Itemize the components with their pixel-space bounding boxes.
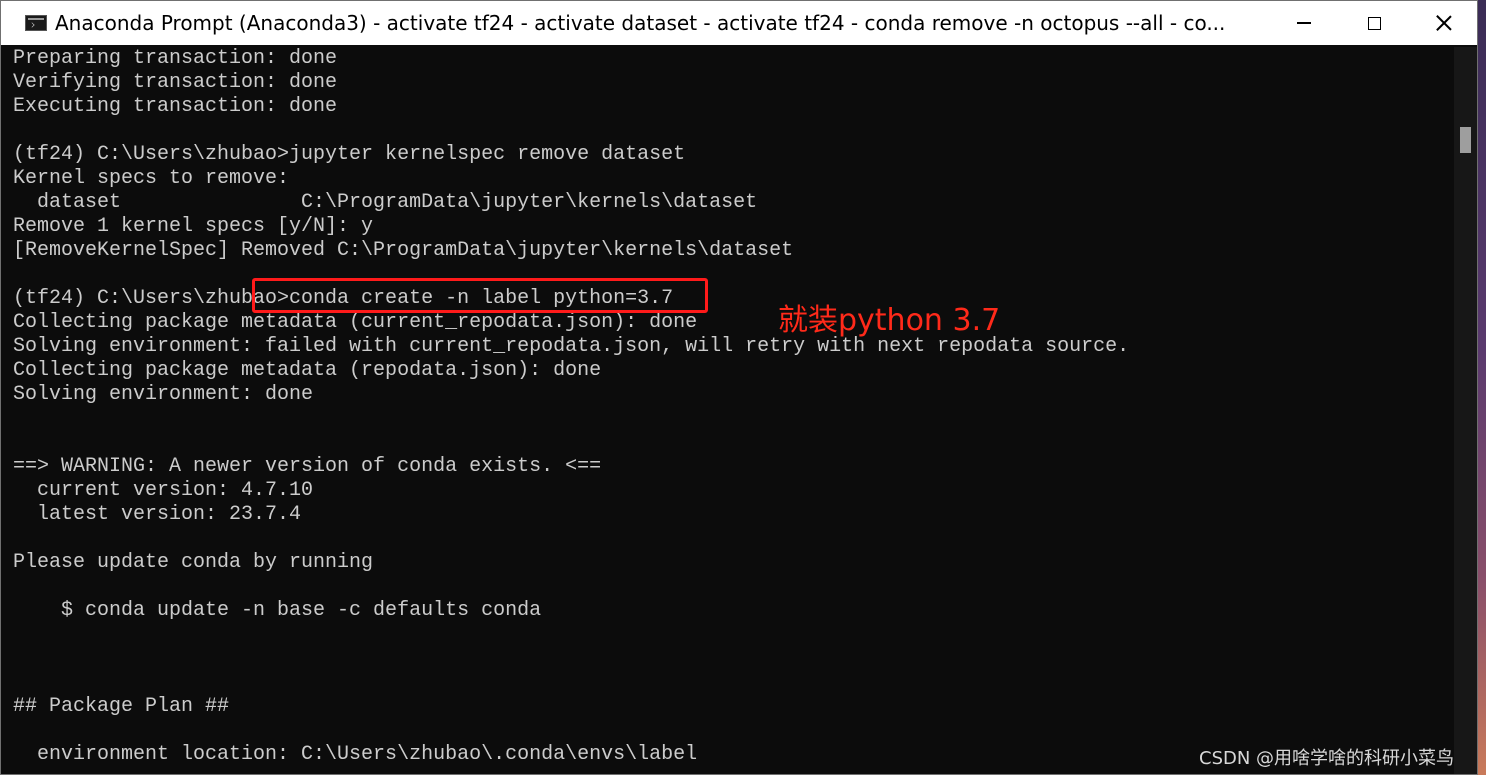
- console-line: (tf24) C:\Users\zhubao>jupyter kernelspe…: [13, 143, 686, 166]
- scrollbar-thumb[interactable]: [1460, 127, 1471, 153]
- close-button[interactable]: [1409, 1, 1477, 45]
- console-line: Preparing transaction: done: [13, 47, 338, 70]
- minimize-button[interactable]: [1269, 1, 1339, 45]
- console-line: Kernel specs to remove:: [13, 167, 290, 190]
- console-output[interactable]: Preparing transaction: done Verifying tr…: [1, 47, 1453, 774]
- close-icon: [1435, 14, 1453, 32]
- maximize-icon: [1367, 16, 1381, 30]
- minimize-icon: [1297, 22, 1311, 24]
- console-line: Solving environment: done: [13, 383, 314, 406]
- command-highlight-box: [252, 278, 708, 313]
- annotation-label: 就装python 3.7: [778, 303, 1001, 338]
- console-line: environment location: C:\Users\zhubao\.c…: [13, 743, 698, 766]
- console-line: ## Package Plan ##: [13, 695, 230, 718]
- console-line: dataset C:\ProgramData\jupyter\kernels\d…: [13, 191, 758, 214]
- terminal-icon: [25, 15, 47, 31]
- console-line: $ conda update -n base -c defaults conda: [13, 599, 542, 622]
- maximize-button[interactable]: [1339, 1, 1409, 45]
- anaconda-prompt-window[interactable]: Anaconda Prompt (Anaconda3) - activate t…: [0, 0, 1478, 775]
- console-line: Collecting package metadata (repodata.js…: [13, 359, 602, 382]
- vertical-scrollbar[interactable]: [1454, 47, 1477, 774]
- csdn-watermark: CSDN @用啥学啥的科研小菜鸟: [1199, 748, 1455, 769]
- console-line: Executing transaction: done: [13, 95, 338, 118]
- console-line: [RemoveKernelSpec] Removed C:\ProgramDat…: [13, 239, 794, 262]
- console-line: latest version: 23.7.4: [13, 503, 302, 526]
- console-line-warning: ==> WARNING: A newer version of conda ex…: [13, 455, 602, 478]
- title-bar[interactable]: Anaconda Prompt (Anaconda3) - activate t…: [1, 1, 1477, 45]
- console-line: Verifying transaction: done: [13, 71, 338, 94]
- console-line: Please update conda by running: [13, 551, 374, 574]
- console-line: Collecting package metadata (current_rep…: [13, 311, 698, 334]
- console-line: current version: 4.7.10: [13, 479, 314, 502]
- console-line: Remove 1 kernel specs [y/N]: y: [13, 215, 374, 238]
- window-title: Anaconda Prompt (Anaconda3) - activate t…: [55, 11, 1226, 35]
